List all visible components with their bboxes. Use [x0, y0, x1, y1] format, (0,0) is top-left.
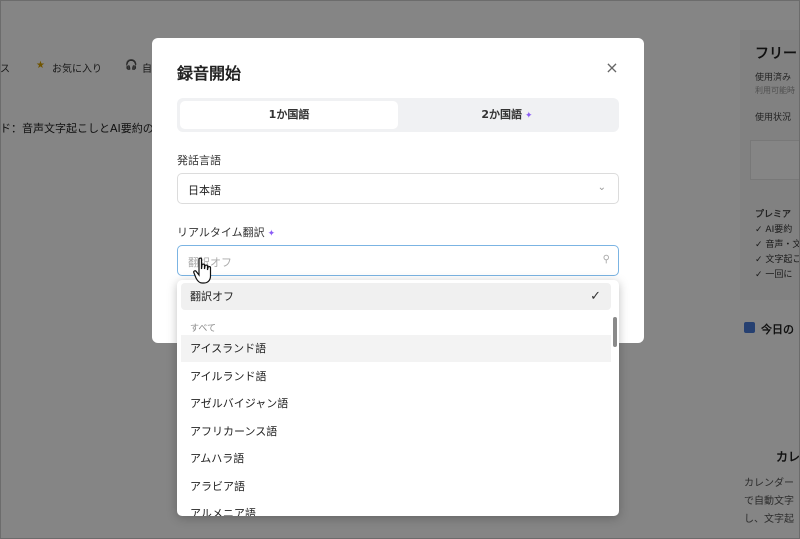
group-label: すべて — [190, 324, 217, 334]
realtime-translation-label: リアルタイム翻訳 ✦ — [177, 226, 276, 239]
hand-cursor-icon — [193, 257, 212, 284]
check-icon: ✓ — [590, 289, 601, 304]
list-item[interactable]: アフリカーンス語 — [181, 418, 611, 445]
list-item[interactable]: アムハラ語 — [181, 445, 611, 472]
tab-two-languages[interactable]: 2か国語 ✦ — [398, 101, 616, 129]
translation-search-input[interactable]: 翻訳オフ ⚲ — [177, 245, 619, 276]
modal-title: 録音開始 — [177, 64, 242, 83]
language-mode-tabs: 1か国語 2か国語 ✦ — [177, 98, 619, 132]
list-item[interactable]: アイスランド語 — [181, 335, 611, 362]
list-item[interactable]: アイルランド語 — [181, 363, 611, 390]
speech-language-value: 日本語 — [188, 184, 221, 197]
speech-language-label: 発話言語 — [177, 154, 221, 167]
translation-dropdown: 翻訳オフ ✓ すべて アイスランド語 アイルランド語 アゼルバイジャン語 アフリ… — [177, 280, 619, 516]
search-icon: ⚲ — [602, 254, 610, 265]
option-translation-off[interactable]: 翻訳オフ ✓ — [181, 283, 611, 310]
dropdown-scrollbar[interactable] — [613, 317, 617, 347]
speech-language-select[interactable]: 日本語 ⌄ — [177, 173, 619, 204]
tab-one-language[interactable]: 1か国語 — [180, 101, 398, 129]
sparkle-icon: ✦ — [525, 111, 533, 121]
chevron-down-icon: ⌄ — [597, 182, 606, 193]
close-icon[interactable]: × — [604, 60, 620, 76]
list-item[interactable]: アラビア語 — [181, 473, 611, 500]
sparkle-icon: ✦ — [267, 229, 276, 239]
list-item[interactable]: アゼルバイジャン語 — [181, 390, 611, 417]
list-item[interactable]: アルメニア語 — [181, 500, 611, 516]
